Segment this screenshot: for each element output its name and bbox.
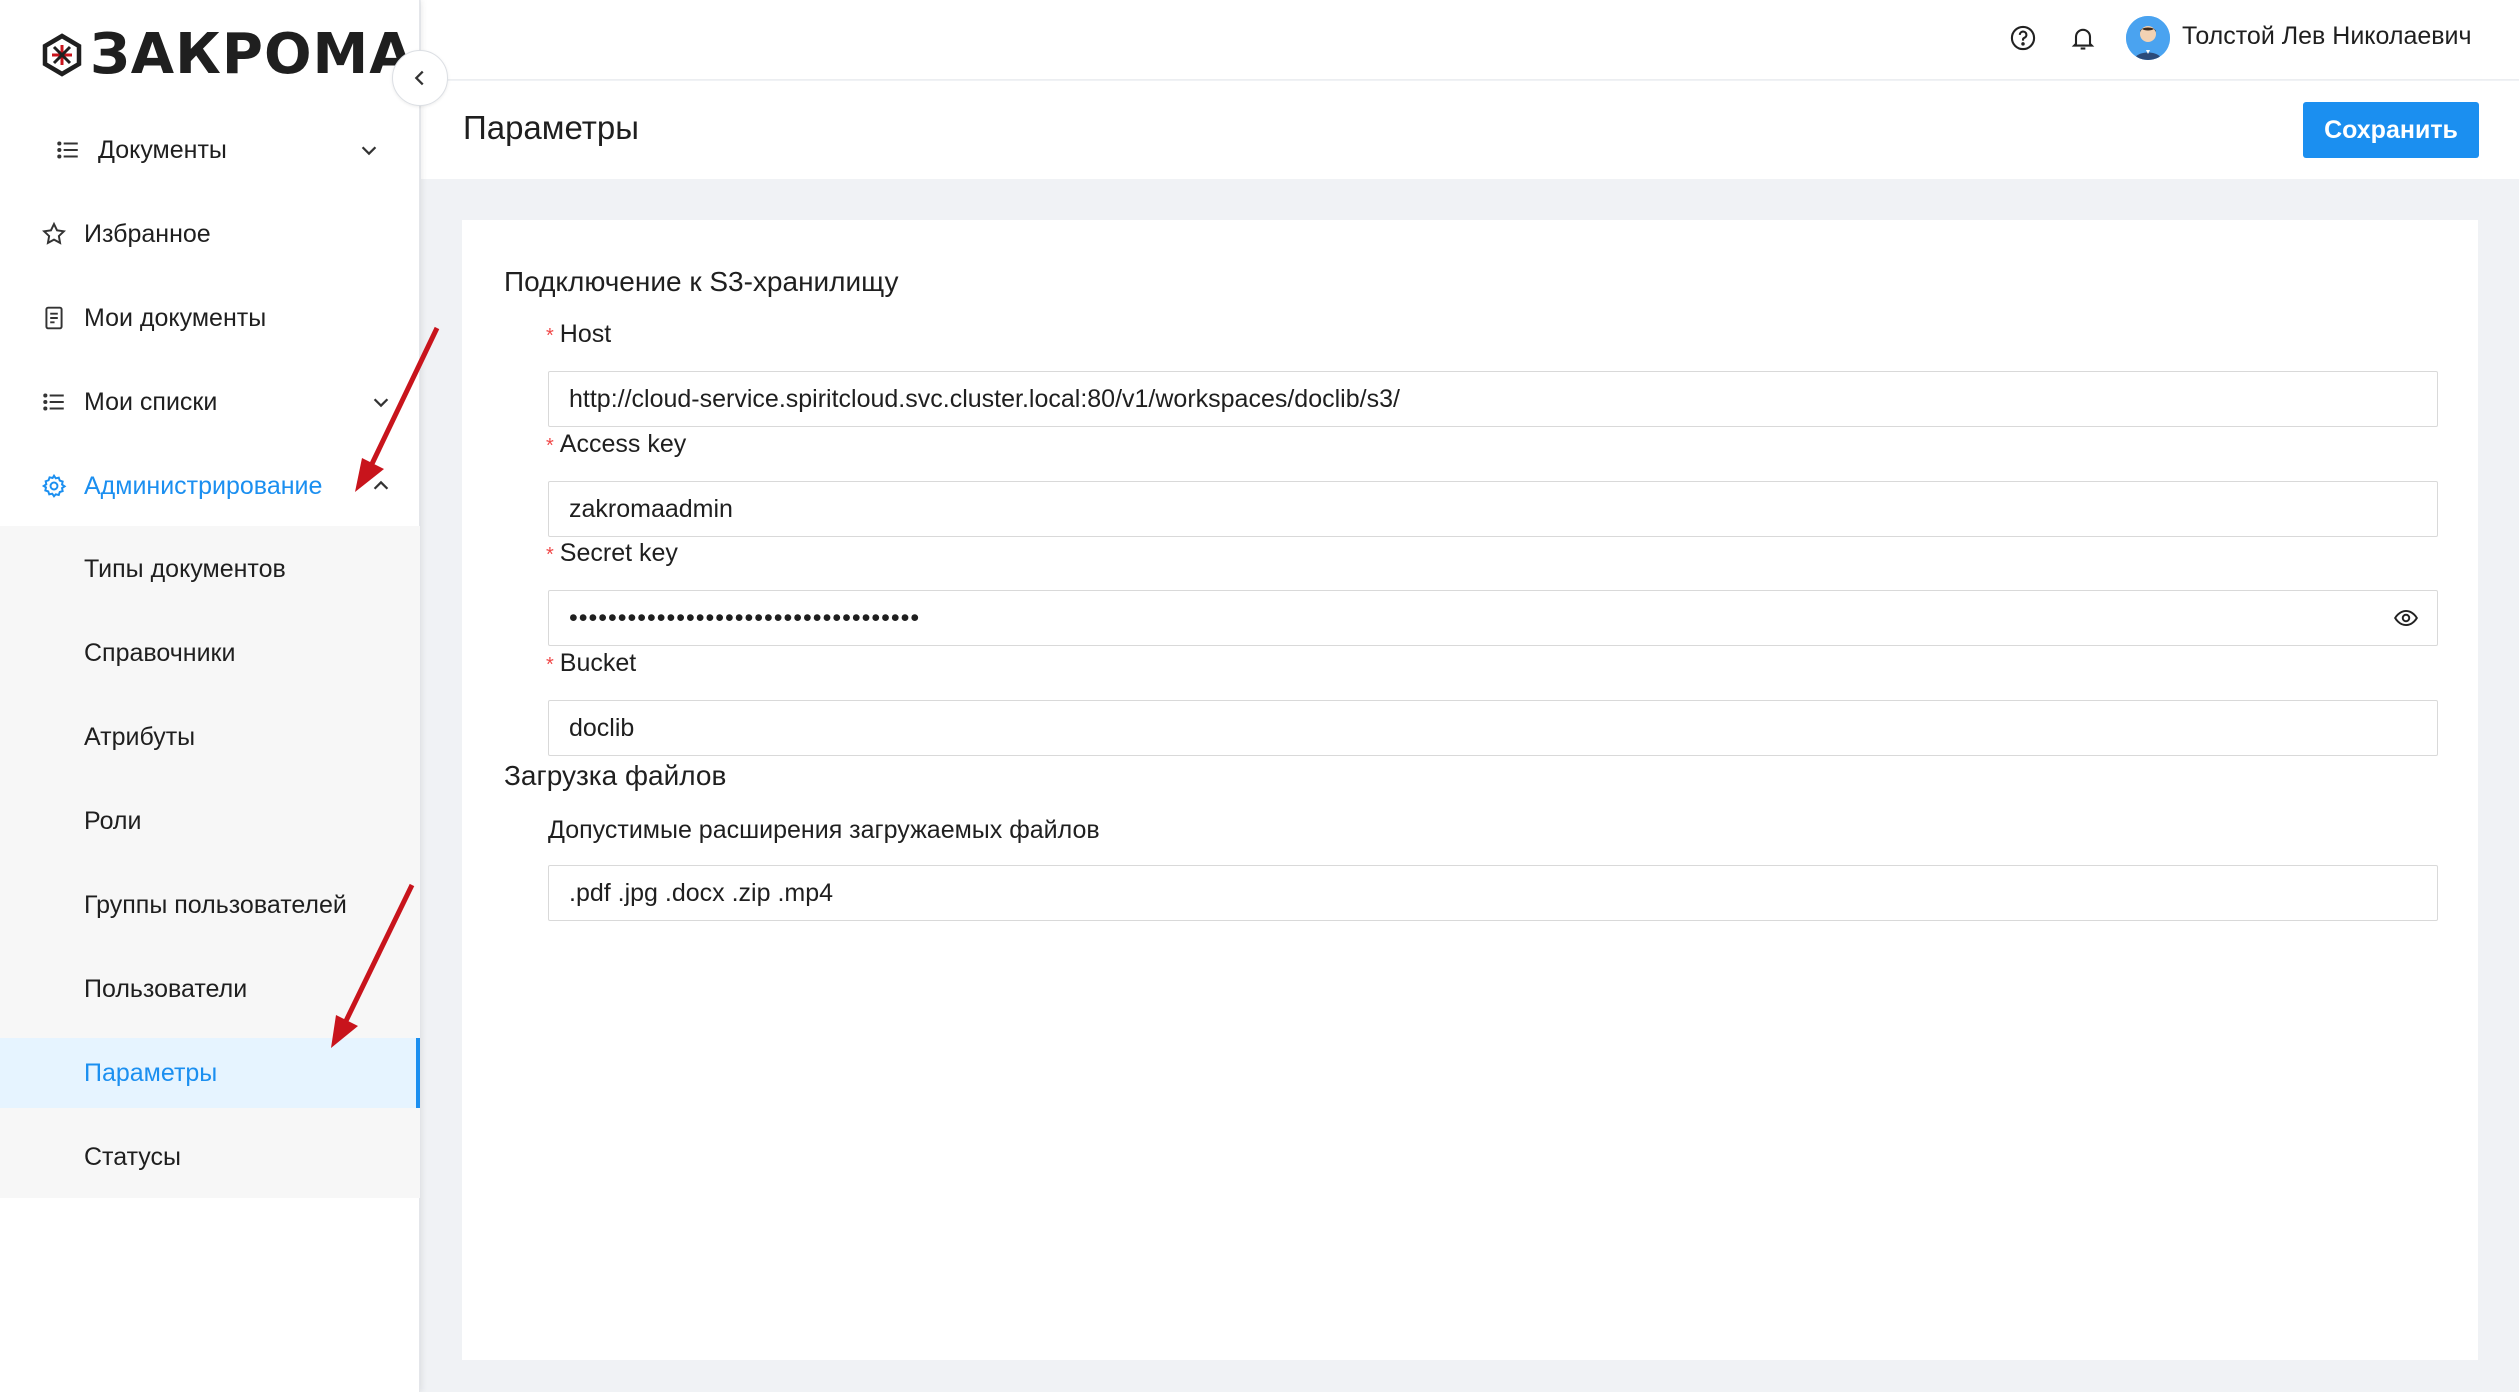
sidebar-subitem-label: Справочники xyxy=(84,638,236,667)
chevron-left-icon xyxy=(414,70,424,86)
secret-key-label: * Secret key xyxy=(546,539,678,568)
secret-key-wrapper xyxy=(548,590,2438,646)
logo-text: ЗАКРОМА xyxy=(90,22,414,87)
sidebar-subitem-label: Роли xyxy=(84,806,142,835)
sidebar-item-documents[interactable]: Документы xyxy=(0,108,420,192)
bell-icon xyxy=(2071,28,2095,50)
required-mark: * xyxy=(546,435,554,457)
host-label: * Host xyxy=(546,320,611,349)
chevron-down-icon xyxy=(373,398,389,408)
sidebar-subitem-label: Группы пользователей xyxy=(84,890,347,919)
document-icon xyxy=(40,304,68,332)
access-key-field[interactable] xyxy=(548,481,2438,537)
required-mark: * xyxy=(546,325,554,347)
sidebar-subitem-users[interactable]: Пользователи xyxy=(0,947,420,1031)
sidebar-subitem-label: Типы документов xyxy=(84,554,286,583)
user-avatar-icon xyxy=(2126,16,2170,60)
required-mark: * xyxy=(546,544,554,566)
collapse-sidebar-button[interactable] xyxy=(392,50,448,106)
sidebar-item-label: Администрирование xyxy=(84,471,323,500)
host-field[interactable] xyxy=(548,371,2438,427)
save-button[interactable]: Сохранить xyxy=(2303,102,2479,158)
bucket-label-text: Bucket xyxy=(559,649,637,677)
sidebar-item-administration[interactable]: Администрирование xyxy=(0,444,420,528)
sidebar-subitem-directories[interactable]: Справочники xyxy=(0,611,420,695)
sidebar-item-my-lists[interactable]: Мои списки xyxy=(0,360,420,444)
sidebar-subitem-roles[interactable]: Роли xyxy=(0,779,420,863)
user-name[interactable]: Толстой Лев Николаевич xyxy=(2182,22,2472,51)
sidebar-subitem-attributes[interactable]: Атрибуты xyxy=(0,695,420,779)
logo-icon xyxy=(42,33,82,77)
host-label-text: Host xyxy=(559,320,612,348)
chevron-up-icon xyxy=(373,480,389,490)
page-title: Параметры xyxy=(463,109,639,146)
chevron-down-icon xyxy=(361,146,377,156)
sidebar-subitem-label: Атрибуты xyxy=(84,722,196,751)
page-header: Параметры xyxy=(421,81,2519,179)
sidebar: ЗАКРОМА Документы Избранное Мои документ… xyxy=(0,0,420,1392)
required-mark: * xyxy=(546,654,554,676)
secret-key-field[interactable] xyxy=(548,590,2438,646)
sidebar-item-label: Избранное xyxy=(84,219,211,248)
sidebar-item-my-documents[interactable]: Мои документы xyxy=(0,276,420,360)
access-key-label-text: Access key xyxy=(559,430,687,458)
sidebar-subitem-statuses[interactable]: Статусы xyxy=(0,1115,420,1199)
sidebar-item-label: Мои документы xyxy=(84,303,267,332)
help-circle-icon xyxy=(2010,25,2036,51)
sidebar-item-favorites[interactable]: Избранное xyxy=(0,192,420,276)
sidebar-subitem-user-groups[interactable]: Группы пользователей xyxy=(0,863,420,947)
notifications-button[interactable] xyxy=(2067,22,2099,54)
logo[interactable]: ЗАКРОМА xyxy=(40,22,414,88)
secret-key-label-text: Secret key xyxy=(559,539,678,567)
sidebar-subitem-document-types[interactable]: Типы документов xyxy=(0,527,420,611)
sidebar-subitem-label: Пользователи xyxy=(84,974,248,1003)
gear-icon xyxy=(40,472,68,500)
star-icon xyxy=(40,220,68,248)
bucket-label: * Bucket xyxy=(546,649,636,678)
sidebar-subitem-parameters[interactable]: Параметры xyxy=(0,1038,420,1108)
top-bar: Толстой Лев Николаевич xyxy=(421,0,2519,80)
eye-icon[interactable] xyxy=(2392,604,2420,632)
s3-section-title: Подключение к S3-хранилищу xyxy=(504,266,899,297)
extensions-label: Допустимые расширения загружаемых файлов xyxy=(548,816,1100,844)
sidebar-item-label: Мои списки xyxy=(84,387,218,416)
list-icon xyxy=(54,136,82,164)
sidebar-item-label: Документы xyxy=(98,135,227,164)
help-button[interactable] xyxy=(2007,22,2039,54)
upload-section-title: Загрузка файлов xyxy=(504,760,727,791)
access-key-label: * Access key xyxy=(546,430,686,459)
avatar[interactable] xyxy=(2126,16,2170,60)
settings-card: Подключение к S3-хранилищу * Host * Acce… xyxy=(462,220,2478,1360)
sidebar-subitem-label: Статусы xyxy=(84,1142,181,1171)
bucket-field[interactable] xyxy=(548,700,2438,756)
sidebar-subitem-label: Параметры xyxy=(84,1058,218,1087)
extensions-field[interactable] xyxy=(548,865,2438,921)
list-icon xyxy=(40,388,68,416)
